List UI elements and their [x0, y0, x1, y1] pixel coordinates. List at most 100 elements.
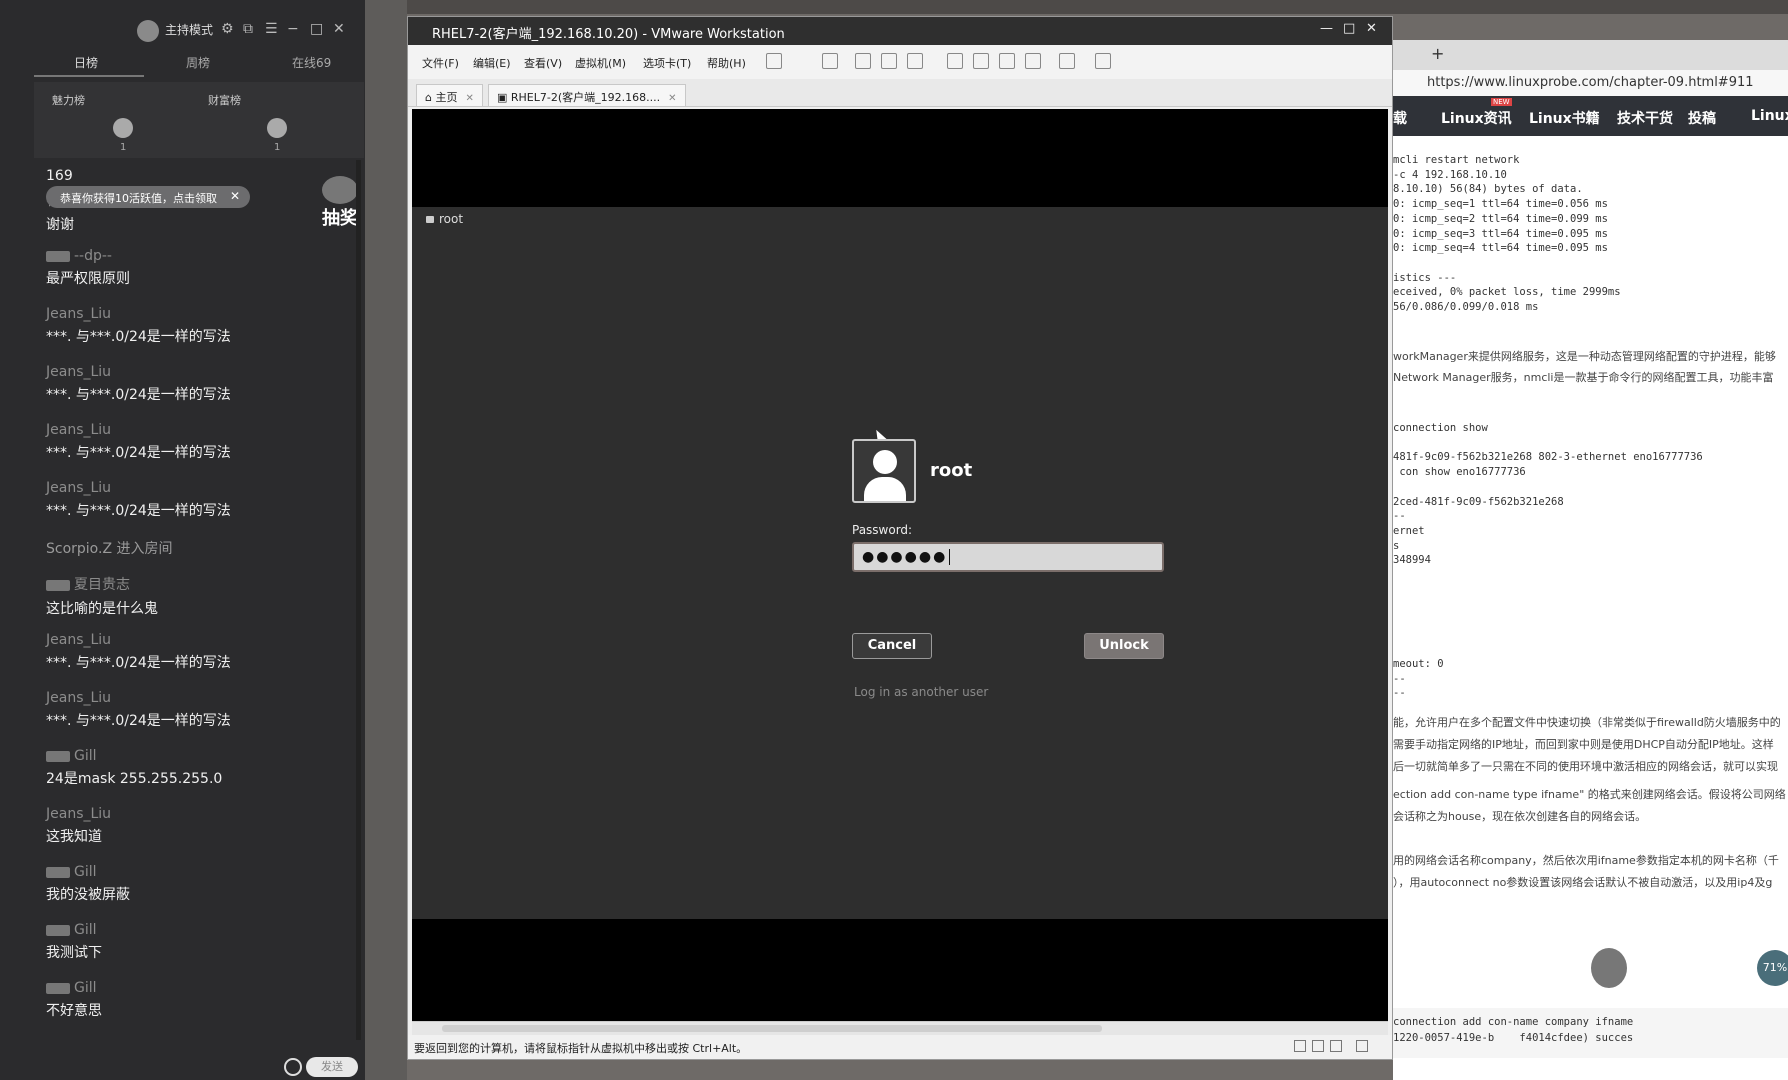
command-box: connection add con-name company ifname 12… [1393, 1008, 1788, 1058]
paragraph-line: 后一切就简单多了一只需在不同的使用环境中激活相应的网络会话，就可以实现 [1393, 760, 1778, 773]
menu-view[interactable]: 查看(V) [524, 55, 562, 71]
console-icon[interactable] [1059, 53, 1075, 69]
tab-daily[interactable]: 日榜 [74, 54, 98, 71]
chat-username[interactable]: Gill [74, 748, 97, 764]
chat-text: ***. 与***.0/24是一样的写法 [46, 445, 231, 461]
nav-download[interactable]: 载 [1393, 108, 1407, 128]
code-line: meout: 0 [1393, 658, 1444, 670]
close-toast-icon[interactable]: ✕ [230, 189, 240, 203]
settings-icon[interactable]: ⚙ [221, 21, 234, 37]
charm-top-avatar[interactable] [113, 118, 133, 138]
level-badge [46, 750, 70, 762]
chat-username[interactable]: --dp-- [74, 248, 112, 264]
nav-tech[interactable]: 技术干货 [1617, 108, 1673, 128]
tab-vm[interactable]: ▣ RHEL7-2(客户端_192.168.... ✕ [488, 84, 686, 106]
login-as-another-user-link[interactable]: Log in as another user [854, 685, 988, 699]
chat-text: ***. 与***.0/24是一样的写法 [46, 329, 231, 345]
emoji-icon[interactable] [284, 1058, 302, 1076]
lock-status: root [426, 212, 463, 226]
scroll-thumb[interactable] [442, 1025, 1102, 1032]
reward-toast[interactable]: 恭喜你获得10活跃值，点击领取 ✕ [46, 186, 250, 208]
maximize-icon[interactable]: □ [1343, 21, 1355, 36]
hdd-icon[interactable] [1294, 1040, 1306, 1052]
tab-weekly[interactable]: 周榜 [186, 54, 210, 71]
vmware-menubar: 文件(F) 编辑(E) 查看(V) 虚拟机(M) 选项卡(T) 帮助(H) [408, 45, 1392, 79]
snapshot-icon[interactable] [855, 53, 871, 69]
vmware-titlebar[interactable]: RHEL7-2(客户端_192.168.10.20) - VMware Work… [408, 17, 1392, 45]
network-icon[interactable] [1330, 1040, 1342, 1052]
code-line: istics --- [1393, 271, 1457, 284]
menu-edit[interactable]: 编辑(E) [473, 55, 511, 71]
chat-input-bar: 发送 [0, 1054, 365, 1080]
maximize-icon[interactable]: □ [310, 21, 323, 37]
unity-icon[interactable] [1025, 53, 1041, 69]
wealth-top-avatar[interactable] [267, 118, 287, 138]
pause-icon[interactable] [766, 53, 782, 69]
menu-icon[interactable]: ☰ [265, 21, 278, 37]
menu-file[interactable]: 文件(F) [422, 55, 459, 71]
library-view-icon[interactable] [947, 53, 963, 69]
close-tab-icon[interactable]: ✕ [465, 93, 473, 104]
chat-username[interactable]: Jeans_Liu [46, 480, 346, 496]
horizontal-scrollbar[interactable] [412, 1021, 1388, 1035]
vm-display[interactable]: root root Password: ●●●●●● Cancel Unlock… [412, 109, 1388, 1021]
nav-news[interactable]: Linux资讯 [1441, 108, 1512, 128]
menu-tabs[interactable]: 选项卡(T) [643, 55, 691, 71]
password-label: Password: [852, 523, 913, 537]
cancel-button[interactable]: Cancel [852, 633, 932, 659]
new-badge: NEW [1491, 98, 1512, 106]
host-avatar[interactable] [137, 20, 159, 42]
chat-username[interactable]: Gill [74, 980, 97, 996]
code-line: mcli restart network [1393, 154, 1520, 166]
address-bar[interactable]: https://www.linuxprobe.com/chapter-09.ht… [1393, 70, 1788, 96]
minimize-icon[interactable]: — [1320, 21, 1333, 36]
vm-icon: ▣ [497, 91, 511, 104]
thumbnail-view-icon[interactable] [973, 53, 989, 69]
chat-username[interactable]: Jeans_Liu [46, 422, 346, 438]
fullscreen-icon[interactable] [999, 53, 1015, 69]
new-tab-icon[interactable]: + [1431, 44, 1444, 63]
charm-rank-label: 魅力榜 [52, 94, 85, 107]
menu-help[interactable]: 帮助(H) [707, 55, 746, 71]
unlock-button[interactable]: Unlock [1084, 633, 1164, 659]
nav-books[interactable]: Linux书籍 [1529, 108, 1600, 128]
password-input[interactable]: ●●●●●● [852, 542, 1164, 572]
code-line: -c 4 192.168.10.10 [1393, 168, 1507, 181]
chat-username[interactable]: Jeans_Liu [46, 632, 346, 648]
code-line: ernet [1393, 524, 1425, 537]
cdrom-icon[interactable] [1312, 1040, 1324, 1052]
send-button[interactable]: 发送 [306, 1057, 358, 1077]
tab-online[interactable]: 在线69 [292, 54, 331, 71]
chat-text: 我的没被屏蔽 [46, 887, 130, 903]
chat-username[interactable]: Gill [74, 864, 97, 880]
code-line: 0: icmp_seq=2 ttl=64 time=0.099 ms [1393, 212, 1608, 225]
chat-username[interactable]: Jeans_Liu [46, 806, 346, 822]
chat-username[interactable]: 夏目贵志 [74, 577, 130, 593]
snapshot-manager-icon[interactable] [907, 53, 923, 69]
chat-username[interactable]: Jeans_Liu [46, 690, 346, 706]
nav-linux[interactable]: Linux [1751, 108, 1788, 124]
message-icon[interactable] [1356, 1040, 1368, 1052]
revert-snapshot-icon[interactable] [881, 53, 897, 69]
close-icon[interactable]: ✕ [333, 21, 345, 37]
tab-home[interactable]: ⌂ 主页 ✕ [416, 84, 483, 106]
status-text: 要返回到您的计算机，请将鼠标指针从虚拟机中移出或按 Ctrl+Alt。 [414, 1042, 748, 1055]
menu-vm[interactable]: 虚拟机(M) [575, 55, 626, 71]
close-tab-icon[interactable]: ✕ [668, 93, 676, 104]
code-line: connection show [1393, 422, 1488, 434]
chat-scrollbar[interactable] [356, 160, 361, 1040]
nav-contribute[interactable]: 投稿 [1688, 108, 1716, 128]
chat-username[interactable]: Gill [74, 922, 97, 938]
chat-message-list: 169 花落花开 谢谢 --dp-- 最严权限原则 Jeans_Liu ***.… [46, 168, 346, 1038]
popout-icon[interactable]: ⧉ [243, 21, 253, 37]
close-icon[interactable]: ✕ [1366, 21, 1377, 36]
chat-username[interactable]: Jeans_Liu [46, 306, 346, 322]
chat-username[interactable]: Jeans_Liu [46, 364, 346, 380]
minimize-icon[interactable]: − [287, 21, 299, 37]
chat-message: Jeans_Liu ***. 与***.0/24是一样的写法 [46, 422, 346, 480]
chat-message: --dp-- 最严权限原则 [46, 248, 346, 306]
chat-message: Gill 我测试下 [46, 922, 346, 980]
stretch-icon[interactable] [1095, 53, 1111, 69]
host-mode-label[interactable]: 主持模式 [165, 21, 213, 38]
send-ctrl-alt-del-icon[interactable] [822, 53, 838, 69]
